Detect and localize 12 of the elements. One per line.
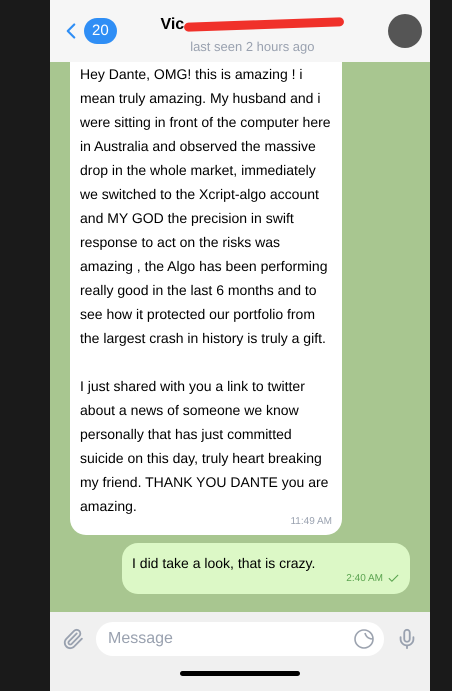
unread-count-badge[interactable]: 20	[84, 18, 117, 44]
last-seen-status: last seen 2 hours ago	[190, 38, 314, 56]
message-text: I did take a look, that is crazy.	[132, 554, 316, 573]
message-time: 11:49 AM	[290, 515, 332, 529]
sticker-icon[interactable]	[352, 627, 376, 651]
message-text: Hey Dante, OMG! this is amazing ! i mean truly amazing. My husband and i were sitting in front of the computer here in Australia and observed the massive drop in the whole market, immediately we switched to the Xcript-algo account and MY GOD the precision in swift response to act on the risks was amazing , the Algo has been performing really good in the last 6 months and to see how it protected our portfolio from the largest crash in history is truly a gift.	[80, 65, 332, 348]
message-time: 2:40 AM	[346, 572, 383, 586]
avatar[interactable]	[388, 14, 422, 48]
message-input[interactable]: Message	[96, 622, 384, 656]
attachment-icon[interactable]	[62, 628, 84, 650]
message-text: I just shared with you a link to twitter about a news of someone we know personally that has just committed suicide on this day, truly heart breaking my friend. THANK YOU DANTE you are amazing.	[80, 377, 330, 516]
chat-title: Vic	[160, 14, 184, 34]
